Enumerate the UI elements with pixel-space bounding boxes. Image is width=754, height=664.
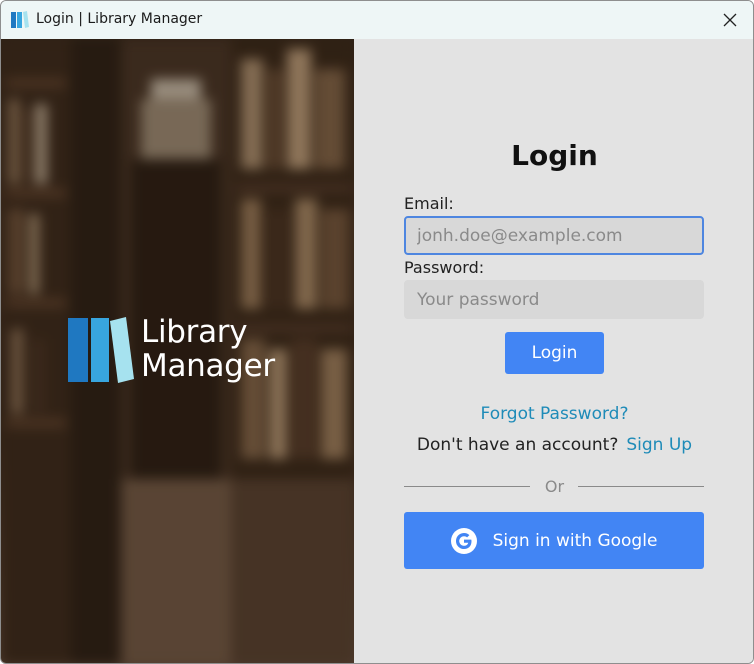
signup-row: Don't have an account? Sign Up [354,435,753,455]
close-button[interactable] [707,1,753,39]
logo-line-2: Manager [141,348,275,384]
logo-line-1: Library [141,314,248,350]
google-signin-button[interactable]: Sign in with Google [404,512,704,569]
page-title: Login [511,139,598,172]
app-window: Login | Library Manager Library Manager … [0,0,754,664]
email-field[interactable] [404,216,704,255]
signup-question: Don't have an account? [416,435,619,455]
login-button[interactable]: Login [505,332,604,374]
password-field[interactable] [404,280,704,319]
title-bar: Login | Library Manager [1,1,753,39]
forgot-password-link[interactable]: Forgot Password? [354,404,753,424]
close-icon [723,13,737,27]
books-logo-icon [68,317,134,383]
divider-right [578,486,704,487]
email-label: Email: [404,194,454,213]
library-manager-logo: Library Manager [68,315,290,389]
window-title: Login | Library Manager [36,11,203,27]
library-background-panel: Library Manager [1,39,354,663]
logo-wordmark: Library Manager [141,315,275,383]
password-label: Password: [404,258,485,277]
google-icon [450,527,477,554]
sign-up-link[interactable]: Sign Up [626,435,692,455]
books-app-icon [11,11,29,28]
google-signin-label: Sign in with Google [492,530,658,551]
login-form-panel: Login Email: Password: Login Forgot Pass… [354,39,753,663]
